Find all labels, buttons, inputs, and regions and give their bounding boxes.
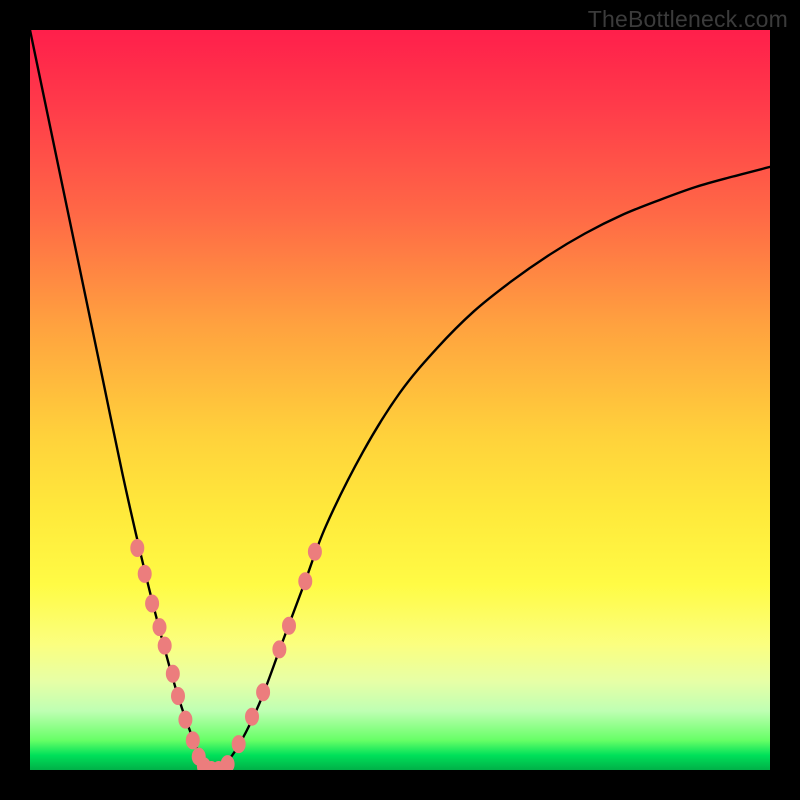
curve-marker: [256, 683, 270, 701]
curve-marker: [145, 595, 159, 613]
curve-marker: [153, 618, 167, 636]
curve-marker: [158, 637, 172, 655]
curve-marker: [232, 735, 246, 753]
curve-marker: [130, 539, 144, 557]
curve-marker: [166, 665, 180, 683]
watermark-text: TheBottleneck.com: [588, 6, 788, 33]
curve-marker: [171, 687, 185, 705]
chart-frame: TheBottleneck.com: [0, 0, 800, 800]
curve-marker: [178, 711, 192, 729]
curve-markers: [130, 539, 322, 770]
curve-marker: [308, 543, 322, 561]
curve-marker: [221, 755, 235, 770]
curve-marker: [186, 731, 200, 749]
curve-marker: [272, 640, 286, 658]
curve-marker: [138, 565, 152, 583]
curve-marker: [282, 617, 296, 635]
bottleneck-curve-path: [30, 30, 770, 770]
curve-marker: [245, 708, 259, 726]
curve-marker: [298, 572, 312, 590]
chart-plot-area: [30, 30, 770, 770]
bottleneck-curve-svg: [30, 30, 770, 770]
